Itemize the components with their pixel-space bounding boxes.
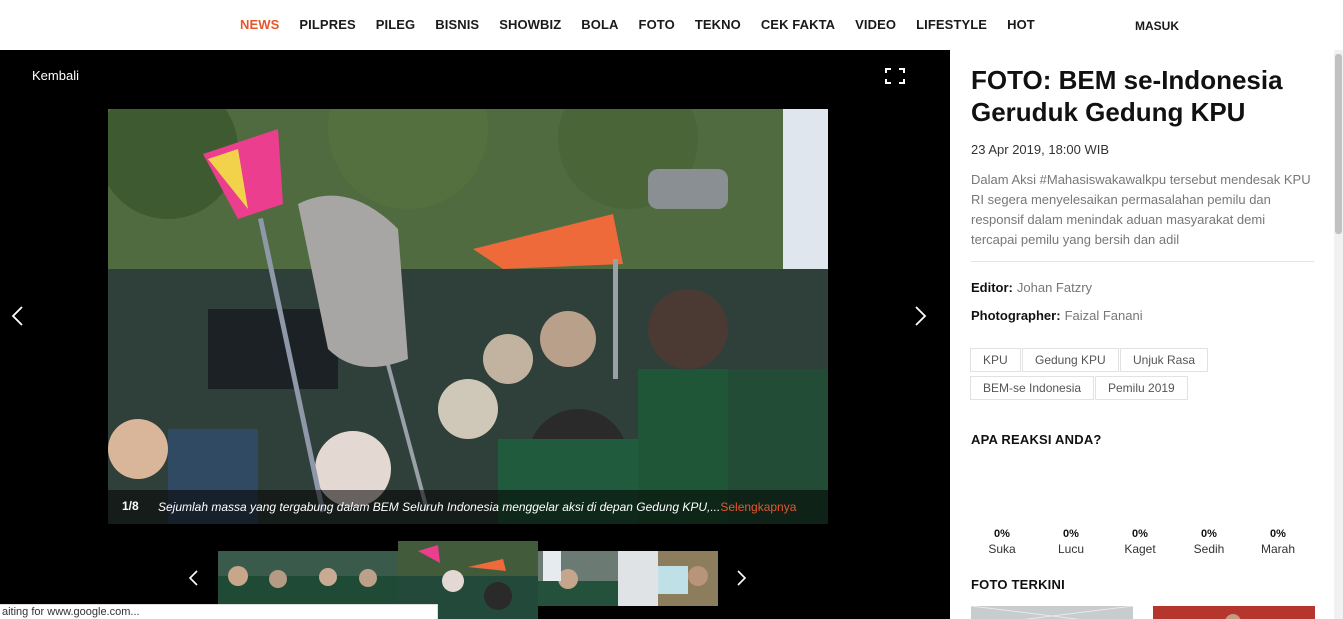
main-photo: 1/8 Sejumlah massa yang tergabung dalam … [108,109,828,524]
nav-item-pilpres[interactable]: PILPRES [299,17,355,32]
reaction-label: Kaget [1124,542,1156,556]
photo-counter: 1/8 [122,499,139,513]
nav-item-lifestyle[interactable]: LIFESTYLE [916,17,987,32]
recent-photos-heading: FOTO TERKINI [971,577,1065,592]
scrollbar-thumb[interactable] [1335,54,1342,234]
nav-item-cek-fakta[interactable]: CEK FAKTA [761,17,835,32]
thumb-prev-arrow-icon[interactable] [186,568,206,592]
reaction-lucu[interactable]: 0% Lucu [1049,528,1093,556]
reaction-percent: 0% [1270,528,1286,540]
nav-item-news[interactable]: NEWS [240,17,279,32]
nav-item-bola[interactable]: BOLA [581,17,618,32]
thumbnail-strip [218,541,718,619]
photo-caption: Sejumlah massa yang tergabung dalam BEM … [158,500,796,514]
reaction-label: Marah [1260,542,1295,556]
nav-item-bisnis[interactable]: BISNIS [435,17,479,32]
photographer-name[interactable]: Faizal Fanani [1065,308,1143,323]
nav-menu: NEWS PILPRES PILEG BISNIS SHOWBIZ BOLA F… [240,17,1055,32]
reaction-percent: 0% [1201,528,1217,540]
nav-item-hot[interactable]: HOT [1007,17,1035,32]
read-more-link[interactable]: Selengkapnya [720,500,796,514]
editor-label: Editor: [971,280,1013,295]
top-navigation: NEWS PILPRES PILEG BISNIS SHOWBIZ BOLA F… [0,0,1343,50]
prev-photo-arrow-icon[interactable] [8,304,28,328]
reaction-label: Suka [988,542,1016,556]
reaction-percent: 0% [1063,528,1079,540]
recent-photo-thumbnail[interactable] [1153,606,1315,619]
nav-item-video[interactable]: VIDEO [855,17,896,32]
nav-item-foto[interactable]: FOTO [639,17,675,32]
recent-photo-thumbnail[interactable] [971,606,1133,619]
photo-caption-text: Sejumlah massa yang tergabung dalam BEM … [158,500,721,514]
editor-info: Editor: Johan Fatzry [971,280,1092,295]
photo-caption-bar: 1/8 Sejumlah massa yang tergabung dalam … [108,490,828,524]
article-title: FOTO: BEM se-Indonesia Geruduk Gedung KP… [971,65,1283,127]
tag-kpu[interactable]: KPU [970,348,1021,372]
tag-unjuk-rasa[interactable]: Unjuk Rasa [1120,348,1209,372]
reaction-suka[interactable]: 0% Suka [980,528,1024,556]
photographer-label: Photographer: [971,308,1061,323]
article-date: 23 Apr 2019, 18:00 WIB [971,142,1110,157]
page-scrollbar[interactable] [1334,50,1343,619]
photo-viewer: Kembali 1/8 Sejumlah massa yang tergabun… [0,50,950,619]
thumbnail[interactable] [538,551,618,606]
thumb-next-arrow-icon[interactable] [733,568,753,592]
next-photo-arrow-icon[interactable] [910,304,930,328]
reactions-heading: APA REAKSI ANDA? [971,432,1102,447]
thumbnail[interactable] [218,551,398,606]
editor-name[interactable]: Johan Fatzry [1017,280,1092,295]
reaction-label: Lucu [1057,542,1085,556]
reaction-kaget[interactable]: 0% Kaget [1118,528,1162,556]
reaction-percent: 0% [994,528,1010,540]
main-photo-illustration [108,109,828,524]
tag-pemilu-2019[interactable]: Pemilu 2019 [1095,376,1188,400]
reaction-list: 0% Suka 0% Lucu 0% Kaget 0% Sedih 0% Mar… [980,528,1300,560]
tag-gedung-kpu[interactable]: Gedung KPU [1022,348,1119,372]
reaction-label: Sedih [1193,542,1225,556]
article-description: Dalam Aksi #Mahasiswakawalkpu tersebut m… [971,172,1311,247]
login-button[interactable]: MASUK [1135,19,1179,33]
nav-item-tekno[interactable]: TEKNO [695,17,741,32]
reaction-sedih[interactable]: 0% Sedih [1187,528,1231,556]
reaction-marah[interactable]: 0% Marah [1256,528,1300,556]
back-link[interactable]: Kembali [32,68,79,83]
nav-item-pileg[interactable]: PILEG [376,17,416,32]
divider [971,261,1314,262]
reaction-percent: 0% [1132,528,1148,540]
browser-status-bar: aiting for www.google.com... [0,604,438,619]
tag-bem-se-indonesia[interactable]: BEM-se Indonesia [970,376,1095,400]
fullscreen-icon[interactable] [884,67,906,85]
thumbnail[interactable] [618,551,718,606]
nav-item-showbiz[interactable]: SHOWBIZ [499,17,561,32]
photographer-info: Photographer: Faizal Fanani [971,308,1143,323]
article-sidebar: FOTO: BEM se-Indonesia Geruduk Gedung KP… [950,50,1343,619]
